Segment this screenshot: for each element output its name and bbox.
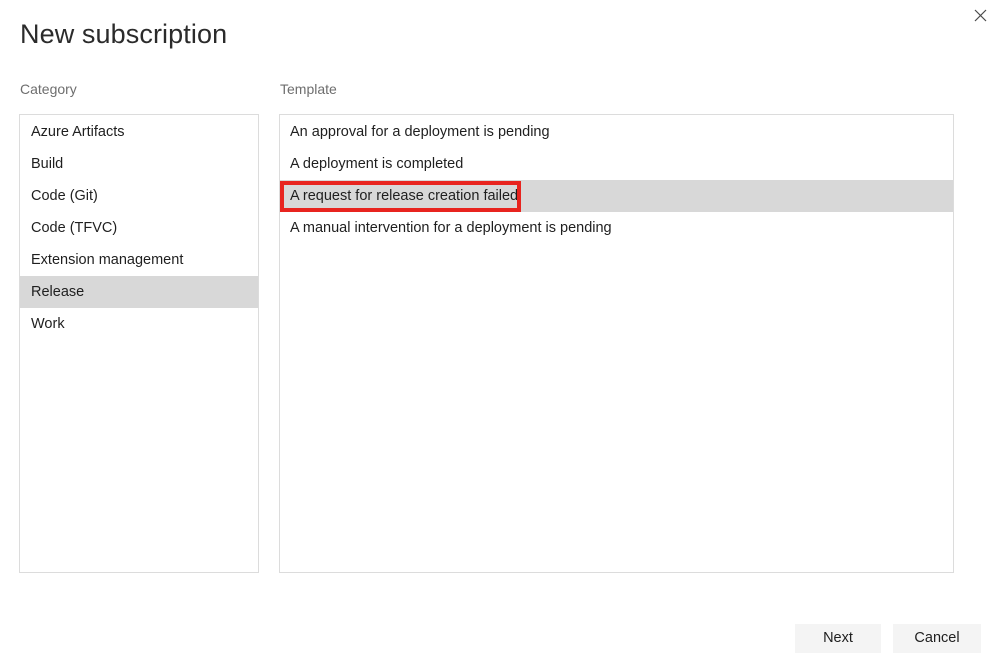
category-item[interactable]: Extension management [20, 244, 258, 276]
category-item-label: Code (TFVC) [31, 212, 117, 244]
template-list: An approval for a deployment is pendingA… [280, 115, 953, 244]
template-item-label: An approval for a deployment is pending [290, 116, 550, 148]
category-item-label: Code (Git) [31, 180, 98, 212]
category-item-label: Release [31, 276, 84, 308]
template-label: Template [280, 80, 337, 98]
category-list-panel: Azure ArtifactsBuildCode (Git)Code (TFVC… [19, 114, 259, 573]
page-title: New subscription [20, 17, 227, 51]
template-item[interactable]: An approval for a deployment is pending [280, 116, 953, 148]
category-item-label: Extension management [31, 244, 183, 276]
close-icon [974, 9, 987, 22]
category-item[interactable]: Azure Artifacts [20, 116, 258, 148]
template-list-panel: An approval for a deployment is pendingA… [279, 114, 954, 573]
category-item[interactable]: Work [20, 308, 258, 340]
category-item[interactable]: Release [20, 276, 258, 308]
category-label: Category [20, 80, 77, 98]
template-item[interactable]: A request for release creation failed [280, 180, 953, 212]
next-button[interactable]: Next [795, 624, 881, 653]
template-item-label: A request for release creation failed [290, 180, 518, 212]
category-item-label: Work [31, 308, 65, 340]
template-item[interactable]: A deployment is completed [280, 148, 953, 180]
close-button[interactable] [965, 2, 995, 28]
category-list: Azure ArtifactsBuildCode (Git)Code (TFVC… [20, 115, 258, 340]
template-item-label: A deployment is completed [290, 148, 463, 180]
category-item[interactable]: Code (TFVC) [20, 212, 258, 244]
category-item[interactable]: Build [20, 148, 258, 180]
category-item-label: Azure Artifacts [31, 116, 124, 148]
cancel-button[interactable]: Cancel [893, 624, 981, 653]
category-item[interactable]: Code (Git) [20, 180, 258, 212]
template-item[interactable]: A manual intervention for a deployment i… [280, 212, 953, 244]
new-subscription-dialog: New subscription Category Template Azure… [0, 0, 1000, 664]
dialog-footer: Next Cancel [0, 624, 1000, 654]
template-item-label: A manual intervention for a deployment i… [290, 212, 612, 244]
category-item-label: Build [31, 148, 63, 180]
